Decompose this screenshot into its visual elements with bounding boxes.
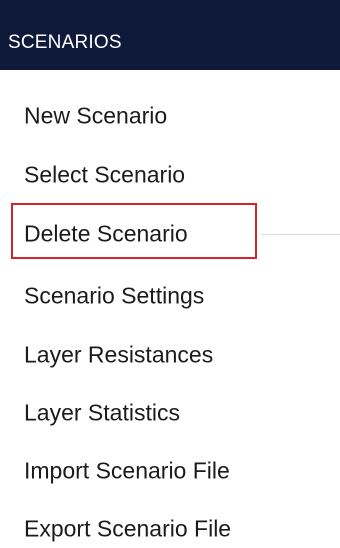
menu-item-label: New Scenario — [24, 102, 168, 128]
menu-header-title: SCENARIOS — [8, 32, 122, 53]
menu-item-label: Scenario Settings — [24, 282, 205, 308]
menu-item-scenario-settings[interactable]: Scenario Settings — [0, 266, 340, 325]
menu-item-import-scenario-file[interactable]: Import Scenario File — [0, 441, 340, 500]
menu-item-select-scenario[interactable]: Select Scenario — [0, 145, 340, 204]
menu-item-label: Import Scenario File — [24, 457, 230, 483]
menu-item-label: Select Scenario — [24, 161, 186, 187]
menu-item-label: Export Scenario File — [24, 515, 232, 541]
menu-item-export-scenario-file[interactable]: Export Scenario File — [0, 499, 340, 548]
menu-divider — [262, 234, 340, 235]
menu-item-layer-statistics[interactable]: Layer Statistics — [0, 383, 340, 442]
scenarios-menu: SCENARIOS New Scenario Select Scenario D… — [0, 0, 340, 548]
menu-item-new-scenario[interactable]: New Scenario — [0, 86, 340, 145]
menu-item-layer-resistances[interactable]: Layer Resistances — [0, 325, 340, 384]
menu-header: SCENARIOS — [0, 0, 340, 70]
menu-item-label: Layer Resistances — [24, 341, 214, 367]
highlight-box — [11, 203, 257, 259]
menu-item-label: Layer Statistics — [24, 399, 180, 425]
